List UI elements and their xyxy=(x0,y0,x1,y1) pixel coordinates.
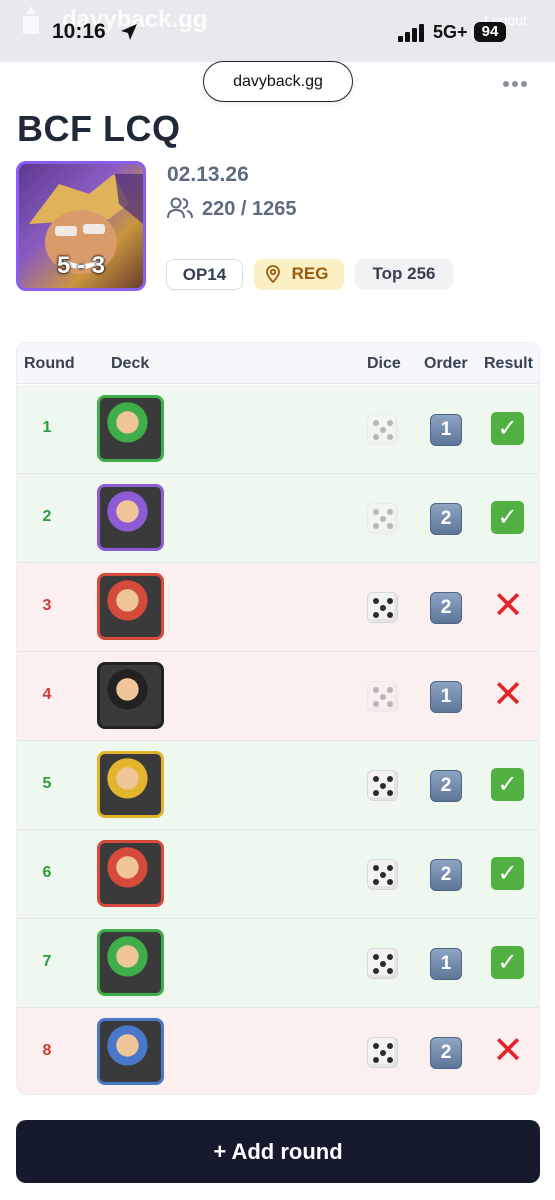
turn-order-badge: 2 xyxy=(430,770,462,802)
table-header: Round Deck Dice Order Result xyxy=(17,343,539,384)
header-order: Order xyxy=(424,355,468,372)
round-number: 7 xyxy=(42,953,52,970)
table-row[interactable]: 7 1 ✓ xyxy=(17,919,539,1008)
dice-icon xyxy=(367,770,398,801)
map-pin-icon xyxy=(266,265,280,283)
deck-leader-icon xyxy=(97,840,164,907)
win-check-icon: ✓ xyxy=(491,946,524,979)
table-row[interactable]: 3 2 ✕ xyxy=(17,563,539,652)
placement-tag: Top 256 xyxy=(355,259,453,290)
add-round-button[interactable]: + Add round xyxy=(16,1120,540,1183)
dice-icon xyxy=(367,1037,398,1068)
table-row[interactable]: 5 2 ✓ xyxy=(17,741,539,830)
header-round: Round xyxy=(24,355,75,372)
turn-order-badge: 1 xyxy=(430,681,462,713)
dice-icon xyxy=(367,592,398,623)
dice-icon xyxy=(367,948,398,979)
loss-cross-icon: ✕ xyxy=(492,674,524,716)
dice-icon xyxy=(367,503,398,534)
round-number: 5 xyxy=(42,775,52,792)
round-number: 1 xyxy=(42,419,52,436)
turn-order-badge: 2 xyxy=(430,503,462,535)
deck-leader-icon xyxy=(97,1018,164,1085)
url-bar[interactable]: davyback.gg xyxy=(203,61,353,102)
deck-leader-icon xyxy=(97,751,164,818)
round-number: 2 xyxy=(42,508,52,525)
turn-order-badge: 2 xyxy=(430,1037,462,1069)
win-check-icon: ✓ xyxy=(491,412,524,445)
dice-icon xyxy=(367,414,398,445)
location-arrow-icon xyxy=(121,24,137,40)
event-type-label: REG xyxy=(291,264,329,283)
round-number: 6 xyxy=(42,864,52,881)
loss-cross-icon: ✕ xyxy=(492,585,524,627)
table-row[interactable]: 1 1 ✓ xyxy=(17,385,539,474)
loss-cross-icon: ✕ xyxy=(492,1030,524,1072)
ghost-logo-icon xyxy=(23,6,39,34)
turn-order-badge: 1 xyxy=(430,414,462,446)
header-deck: Deck xyxy=(111,355,150,372)
clock: 10:16 xyxy=(52,20,106,43)
event-date: 02.13.26 xyxy=(167,163,249,186)
table-row[interactable]: 6 2 ✓ xyxy=(17,830,539,919)
deck-leader-icon xyxy=(97,484,164,551)
battery-indicator: 94 xyxy=(474,22,506,42)
page-title: BCF LCQ xyxy=(17,108,181,149)
win-check-icon: ✓ xyxy=(491,857,524,890)
event-type-tag: REG xyxy=(254,259,344,290)
round-number: 8 xyxy=(42,1042,52,1059)
player-count: 220 / 1265 xyxy=(202,198,297,220)
header-dice: Dice xyxy=(367,355,401,372)
status-bar: davyback.gg Logout 10:16 5G+ 94 xyxy=(0,0,555,62)
round-number: 4 xyxy=(42,686,52,703)
network-type: 5G+ xyxy=(433,22,468,42)
rounds-table: Round Deck Dice Order Result 1 1 ✓ 2 2 ✓ 3 2 ✕ 4 1… xyxy=(16,342,540,1095)
win-loss-record: 5 - 3 xyxy=(56,252,106,279)
leader-avatar: 5 - 3 xyxy=(16,161,146,291)
set-tag: OP14 xyxy=(166,259,243,290)
users-icon xyxy=(167,197,193,219)
turn-order-badge: 2 xyxy=(430,592,462,624)
deck-leader-icon xyxy=(97,395,164,462)
header-result: Result xyxy=(484,355,533,372)
table-row[interactable]: 4 1 ✕ xyxy=(17,652,539,741)
win-check-icon: ✓ xyxy=(491,768,524,801)
win-check-icon: ✓ xyxy=(491,501,524,534)
table-row[interactable]: 8 2 ✕ xyxy=(17,1008,539,1094)
dice-icon xyxy=(367,859,398,890)
more-options-icon[interactable] xyxy=(500,74,530,94)
deck-leader-icon xyxy=(97,929,164,996)
turn-order-badge: 2 xyxy=(430,859,462,891)
round-number: 3 xyxy=(42,597,52,614)
deck-leader-icon xyxy=(97,662,164,729)
turn-order-badge: 1 xyxy=(430,948,462,980)
table-row[interactable]: 2 2 ✓ xyxy=(17,474,539,563)
dice-icon xyxy=(367,681,398,712)
deck-leader-icon xyxy=(97,573,164,640)
signal-icon xyxy=(398,24,424,42)
